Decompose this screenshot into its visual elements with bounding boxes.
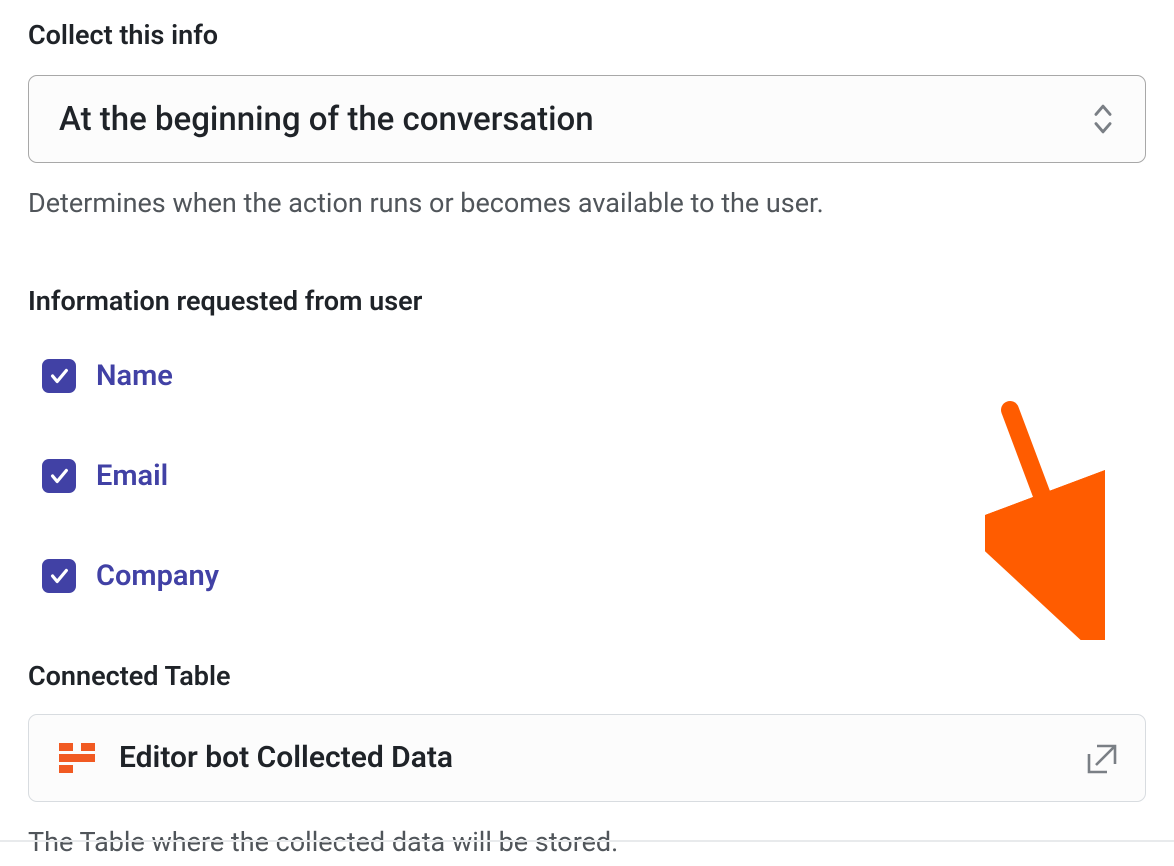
- connected-table-label: Connected Table: [28, 659, 1146, 694]
- checkbox-row-company[interactable]: Company: [42, 559, 1146, 593]
- divider: [0, 840, 1174, 842]
- checkbox-row-email[interactable]: Email: [42, 459, 1146, 493]
- table-icon: [59, 743, 95, 773]
- check-icon: [48, 365, 70, 387]
- check-icon: [48, 565, 70, 587]
- collect-info-label: Collect this info: [28, 18, 1146, 53]
- checkbox-company[interactable]: [42, 559, 76, 593]
- connected-table-card[interactable]: Editor bot Collected Data: [28, 714, 1146, 802]
- chevron-updown-icon: [1089, 101, 1117, 137]
- checkbox-label-email: Email: [96, 459, 168, 493]
- collect-timing-select[interactable]: At the beginning of the conversation: [28, 75, 1146, 163]
- checkbox-label-name: Name: [96, 359, 173, 393]
- open-external-icon[interactable]: [1083, 740, 1119, 776]
- collect-timing-value: At the beginning of the conversation: [59, 100, 1089, 139]
- checkbox-label-company: Company: [96, 559, 219, 593]
- info-requested-label: Information requested from user: [28, 284, 1146, 319]
- check-icon: [48, 465, 70, 487]
- collect-timing-helper: Determines when the action runs or becom…: [28, 185, 1146, 221]
- checkbox-row-name[interactable]: Name: [42, 359, 1146, 393]
- info-checkbox-list: Name Email Company: [28, 359, 1146, 593]
- checkbox-name[interactable]: [42, 359, 76, 393]
- connected-table-name: Editor bot Collected Data: [119, 740, 1083, 775]
- checkbox-email[interactable]: [42, 459, 76, 493]
